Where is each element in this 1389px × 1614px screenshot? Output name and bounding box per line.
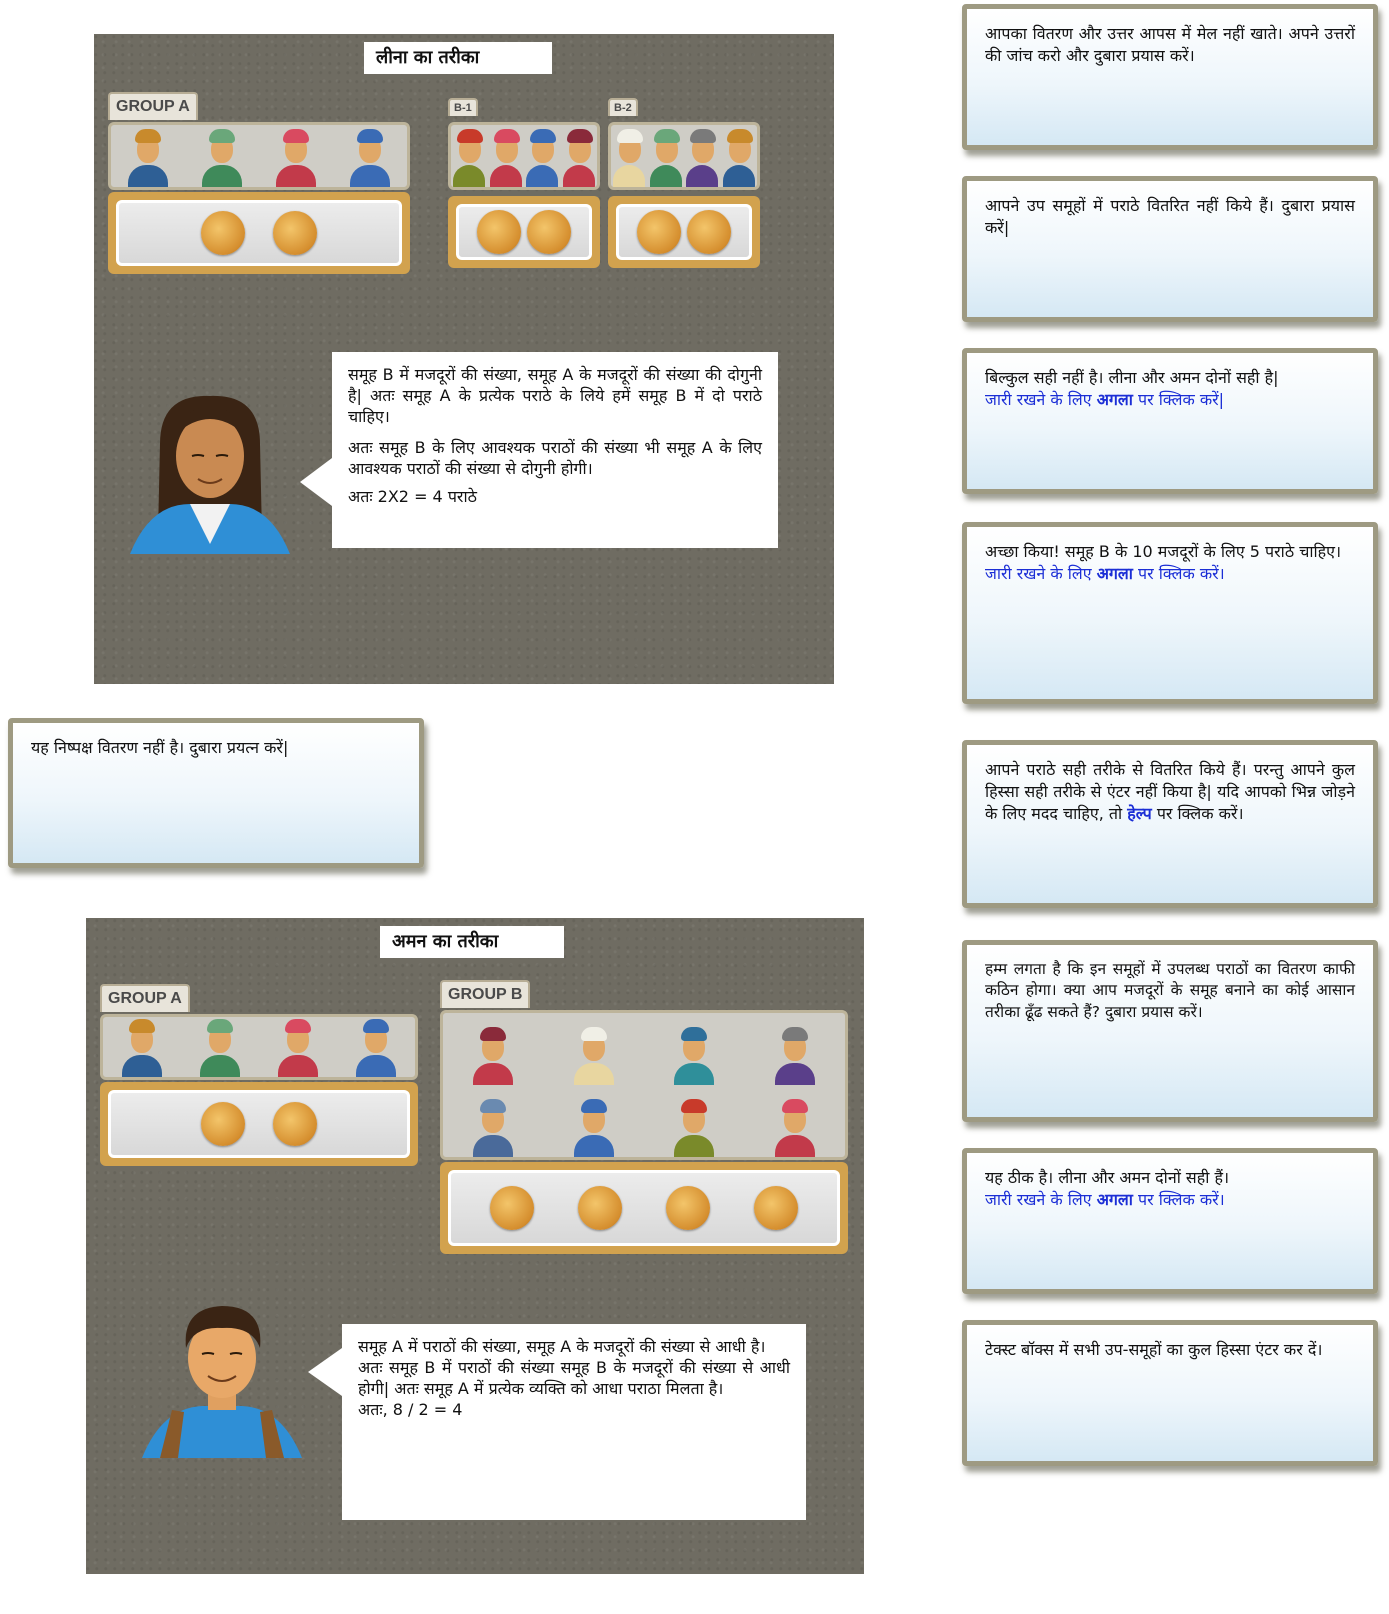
leena-method-panel: लीना का तरीका GROUP A B-1 B-2 समूह B में… — [94, 34, 834, 684]
worker-avatar — [354, 1017, 398, 1077]
paratha-icon[interactable] — [754, 1186, 798, 1230]
next-link[interactable]: अगला — [1097, 390, 1133, 409]
b2-workers — [608, 122, 760, 190]
paratha-icon[interactable] — [490, 1186, 534, 1230]
next-pre: जारी रखने के लिए — [985, 564, 1097, 584]
speech-tail — [308, 1348, 342, 1396]
worker-avatar — [686, 127, 719, 187]
paratha-icon[interactable] — [201, 211, 245, 255]
next-pre: जारी रखने के लिए — [985, 390, 1097, 410]
aman-speech-bubble: समूह A में पराठों की संख्या, समूह A के म… — [342, 1324, 806, 1520]
group-b-tab: GROUP B — [440, 980, 531, 1008]
leena-speech-line: समूह B में मजदूरों की संख्या, समूह A के … — [348, 365, 762, 427]
worker-avatar — [274, 127, 318, 187]
group-a-paratha-tray[interactable] — [108, 192, 410, 274]
aman-speech-line: समूह A में पराठों की संख्या, समूह A के म… — [358, 1337, 766, 1356]
feedback-text: टेक्स्ट बॉक्स में सभी उप-समूहों का कुल ह… — [985, 1340, 1323, 1359]
feedback-box-not-distributed: आपने उप समूहों में पराठे वितरित नहीं किय… — [962, 176, 1378, 322]
feedback-box-partly-correct: बिल्कुल सही नहीं है। लीना और अमन दोनों स… — [962, 348, 1378, 494]
speech-tail — [300, 458, 332, 506]
b2-tab: B-2 — [608, 98, 638, 116]
next-post: पर क्लिक करें। — [1132, 1190, 1225, 1210]
worker-avatar — [773, 1097, 817, 1157]
worker-avatar — [562, 127, 595, 187]
leena-avatar — [130, 395, 290, 554]
paratha-icon[interactable] — [666, 1186, 710, 1230]
feedback-text: आपने उप समूहों में पराठे वितरित नहीं किय… — [985, 196, 1355, 238]
worker-avatar — [672, 1097, 716, 1157]
worker-avatar — [471, 1025, 515, 1085]
group-a-workers — [100, 1014, 418, 1080]
next-post: पर क्लिक करें। — [1132, 564, 1225, 584]
aman-method-panel: अमन का तरीका GROUP A GROUP B समूह A में … — [86, 918, 864, 1574]
help-post: पर क्लिक करें। — [1151, 804, 1244, 824]
worker-avatar — [453, 127, 486, 187]
group-a-paratha-tray[interactable] — [100, 1082, 418, 1166]
next-instruction: जारी रखने के लिए अगला पर क्लिक करें। — [985, 563, 1355, 585]
feedback-text: यह निष्पक्ष वितरण नहीं है। दुबारा प्रयत्… — [31, 738, 289, 757]
next-link[interactable]: अगला — [1097, 1190, 1133, 1209]
next-post: पर क्लिक करें| — [1132, 390, 1225, 410]
paratha-icon[interactable] — [578, 1186, 622, 1230]
worker-avatar — [198, 1017, 242, 1077]
group-b-workers — [440, 1010, 848, 1160]
worker-avatar — [572, 1097, 616, 1157]
worker-avatar — [489, 127, 522, 187]
group-a-tab: GROUP A — [108, 92, 198, 120]
worker-avatar — [348, 127, 392, 187]
feedback-text: आपका वितरण और उत्तर आपस में मेल नहीं खात… — [985, 24, 1355, 66]
leena-speech-line: अतः 2X2 = 4 पराठे — [348, 486, 477, 506]
feedback-box-well-done: अच्छा किया! समूह B के 10 मजदूरों के लिए … — [962, 522, 1378, 704]
next-pre: जारी रखने के लिए — [985, 1190, 1097, 1210]
next-link[interactable]: अगला — [1097, 564, 1133, 583]
feedback-box-total-wrong: आपने पराठे सही तरीके से वितरित किये हैं।… — [962, 740, 1378, 908]
worker-avatar — [572, 1025, 616, 1085]
worker-avatar — [526, 127, 559, 187]
worker-avatar — [613, 127, 646, 187]
group-a-tab: GROUP A — [100, 984, 190, 1012]
paratha-icon[interactable] — [527, 210, 571, 254]
worker-avatar — [276, 1017, 320, 1077]
leena-speech-bubble: समूह B में मजदूरों की संख्या, समूह A के … — [332, 352, 778, 548]
leena-speech-line: अतः समूह B के लिए आवश्यक पराठों की संख्य… — [348, 438, 762, 479]
b2-paratha-tray[interactable] — [608, 196, 760, 268]
b1-workers — [448, 122, 600, 190]
worker-avatar — [471, 1097, 515, 1157]
next-instruction: जारी रखने के लिए अगला पर क्लिक करें| — [985, 389, 1355, 411]
feedback-box-enter-total: टेक्स्ट बॉक्स में सभी उप-समूहों का कुल ह… — [962, 1320, 1378, 1466]
worker-avatar — [722, 127, 755, 187]
group-b-paratha-tray[interactable] — [440, 1162, 848, 1254]
feedback-box-both-correct: यह ठीक है। लीना और अमन दोनों सही हैं। जा… — [962, 1148, 1378, 1294]
leena-panel-title: लीना का तरीका — [364, 42, 552, 74]
group-a-workers — [108, 122, 410, 190]
feedback-text: बिल्कुल सही नहीं है। लीना और अमन दोनों स… — [985, 368, 1279, 387]
paratha-icon[interactable] — [273, 211, 317, 255]
feedback-text: यह ठीक है। लीना और अमन दोनों सही हैं। — [985, 1168, 1230, 1187]
paratha-icon[interactable] — [477, 210, 521, 254]
paratha-icon[interactable] — [201, 1102, 245, 1146]
paratha-icon[interactable] — [637, 210, 681, 254]
next-instruction: जारी रखने के लिए अगला पर क्लिक करें। — [985, 1189, 1355, 1211]
feedback-box-unfair: यह निष्पक्ष वितरण नहीं है। दुबारा प्रयत्… — [8, 718, 424, 868]
worker-avatar — [672, 1025, 716, 1085]
aman-speech-line: अतः, 8 / 2 = 4 — [358, 1400, 463, 1420]
feedback-text: हम्म लगता है कि इन समूहों में उपलब्ध परा… — [985, 960, 1355, 1021]
b1-tab: B-1 — [448, 98, 478, 116]
help-link[interactable]: हेल्प — [1127, 804, 1151, 823]
worker-avatar — [649, 127, 682, 187]
worker-avatar — [120, 1017, 164, 1077]
feedback-text: अच्छा किया! समूह B के 10 मजदूरों के लिए … — [985, 542, 1342, 561]
aman-avatar — [142, 1306, 302, 1458]
b1-paratha-tray[interactable] — [448, 196, 600, 268]
paratha-icon[interactable] — [687, 210, 731, 254]
aman-panel-title: अमन का तरीका — [380, 926, 564, 958]
aman-speech-line: अतः समूह B में पराठों की संख्या समूह B क… — [358, 1358, 790, 1399]
paratha-icon[interactable] — [273, 1102, 317, 1146]
feedback-box-mismatch: आपका वितरण और उत्तर आपस में मेल नहीं खात… — [962, 4, 1378, 150]
worker-avatar — [773, 1025, 817, 1085]
feedback-box-hard-grouping: हम्म लगता है कि इन समूहों में उपलब्ध परा… — [962, 940, 1378, 1122]
worker-avatar — [126, 127, 170, 187]
worker-avatar — [200, 127, 244, 187]
